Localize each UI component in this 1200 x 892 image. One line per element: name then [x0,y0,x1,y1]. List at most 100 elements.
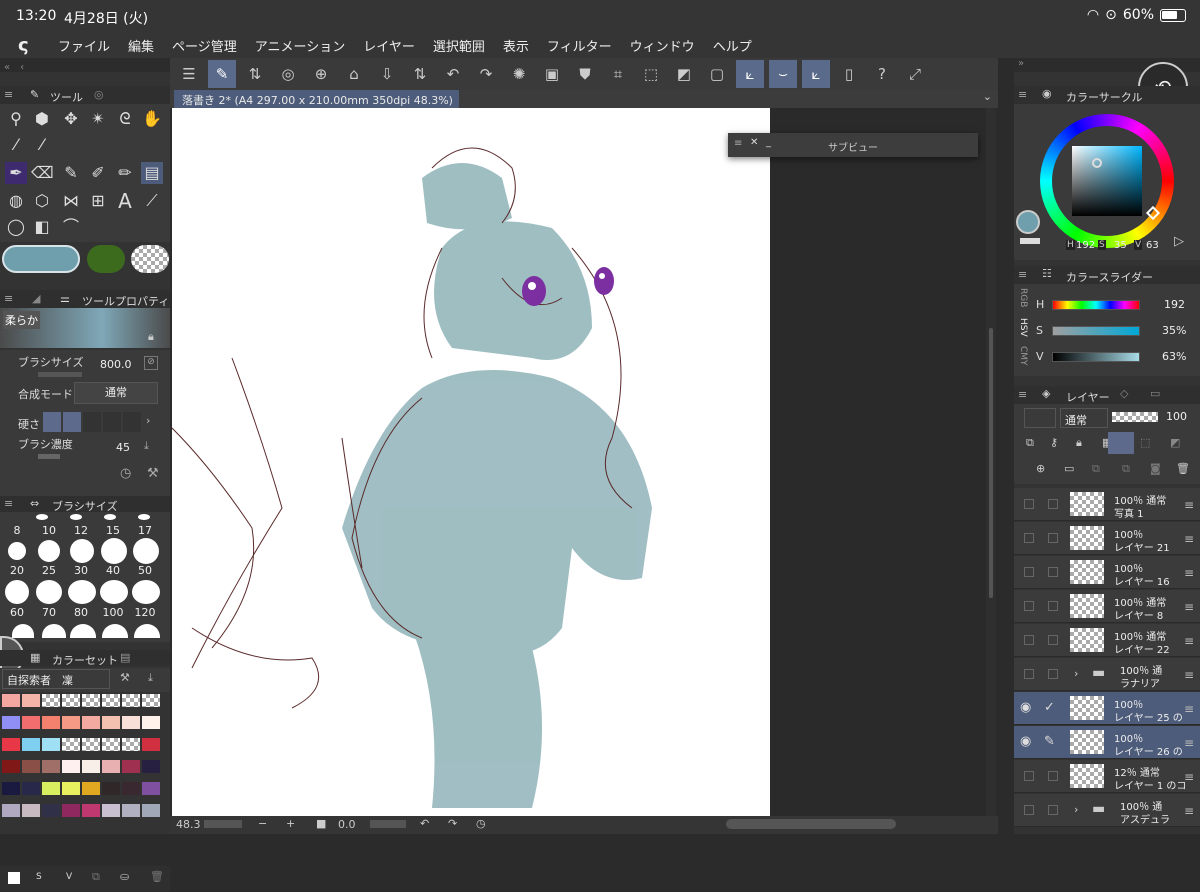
size-60[interactable]: 60 [2,606,32,619]
pen-tool-icon[interactable]: ✒ [5,162,27,184]
reference-icon[interactable]: ⚷ [1050,436,1058,449]
palette-swatch[interactable] [22,716,40,729]
copy-layer-icon[interactable]: ⧉ [1122,462,1130,476]
mode-hsv[interactable]: HSV [1018,318,1028,337]
size-40[interactable]: 40 [98,564,128,577]
magic-wand-icon[interactable]: ✴ [87,108,109,130]
layer-row[interactable]: ◉ ✎ 100％ レイヤー 26 の ≡ [1014,726,1200,759]
main-color-swatch[interactable] [2,245,80,273]
palette-swatch[interactable] [102,782,120,795]
balloon-icon[interactable]: ⟋ [141,190,163,212]
size-20[interactable]: 20 [2,564,32,577]
palette-swatch[interactable] [142,716,160,729]
palette-swatch[interactable] [82,782,100,795]
palette-swatch[interactable] [22,782,40,795]
size-10[interactable]: 10 [34,524,64,537]
lock-icon[interactable]: 🔒︎ [1076,436,1082,450]
wrench-icon[interactable]: ⚒ [120,671,130,684]
panel-menu-icon[interactable]: ≡ [4,88,13,101]
hardness-2[interactable] [63,412,81,432]
scroll-thumb[interactable] [989,328,993,598]
clear-icon[interactable]: ▣ [538,60,566,88]
layer-row[interactable]: 100％ 通常 写真 1 ≡ [1014,488,1200,521]
panel-menu-icon[interactable]: ≡ [1018,268,1027,281]
palette-swatch[interactable] [42,738,60,751]
panel-menu-icon[interactable]: ≡ [4,497,13,510]
palette-swatch[interactable] [22,738,40,751]
fit-icon[interactable]: ■ [316,817,326,830]
visibility-checkbox[interactable] [1024,567,1034,577]
select-checkbox[interactable] [1048,499,1058,509]
horizontal-scrollbar[interactable] [726,819,896,829]
size-70[interactable]: 70 [34,606,64,619]
layer-row[interactable]: 100％ レイヤー 21 ≡ [1014,522,1200,555]
transform-icon[interactable]: ⌗ [604,60,632,88]
invert-icon[interactable]: ◩ [670,60,698,88]
select-border-icon[interactable]: ▢ [703,60,731,88]
hand-icon[interactable]: ✋ [141,108,163,130]
menu-animation[interactable]: アニメーション [255,36,345,55]
menu-window[interactable]: ウィンドウ [630,36,695,55]
layer-row[interactable]: 100％ 通常 レイヤー 22 ≡ [1014,624,1200,657]
eyedropper-icon[interactable]: ⁄ [5,134,27,156]
blend-icon[interactable]: ◍ [5,190,27,212]
new-layer-icon[interactable]: ⊕ [1036,462,1045,475]
layer-tab[interactable]: レイヤー [1066,389,1110,405]
open-folder-icon[interactable]: ⌂ [340,60,368,88]
canvas-paper[interactable] [171,108,770,816]
brush-size-slider[interactable] [38,372,82,377]
palette-swatch[interactable] [82,716,100,729]
eye-icon[interactable]: ◉ [1020,734,1031,749]
palette-swatch[interactable] [82,738,100,751]
palette-swatch[interactable] [142,738,160,751]
palette-swatch[interactable] [102,716,120,729]
size-12[interactable]: 12 [66,524,96,537]
layer-row[interactable]: ◉ ✓ 100％ レイヤー 25 の ≡ [1014,692,1200,725]
transparent-color-swatch[interactable] [131,245,169,273]
v-icon[interactable]: V [66,872,72,882]
pencil-icon[interactable]: ✎ [60,162,82,184]
marker-icon[interactable]: ✏ [114,162,136,184]
palette-swatch[interactable] [142,760,160,773]
layer-menu-icon[interactable]: ≡ [1184,634,1194,648]
palette-swatch[interactable] [62,694,80,707]
sv-square[interactable] [1072,146,1142,216]
palette-swatch[interactable] [122,738,140,751]
deselect-icon[interactable]: ⬚ [637,60,665,88]
layer-color-toggle[interactable] [1024,408,1056,428]
slider-s-value[interactable]: 35% [1162,324,1186,337]
menu-view[interactable]: 表示 [503,36,529,55]
brush-icon[interactable]: ✐ [87,162,109,184]
visibility-checkbox[interactable] [1024,771,1034,781]
folder-expand-icon[interactable]: › [1074,803,1078,816]
angle-value[interactable]: 0.0 [338,818,356,831]
layer-property-tab-icon[interactable]: ◇ [1120,387,1128,400]
palette-swatch[interactable] [2,738,20,751]
select-checkbox[interactable] [1048,601,1058,611]
frame-icon[interactable]: ⊞ [87,190,109,212]
size-50[interactable]: 50 [130,564,160,577]
palette-swatch[interactable] [102,804,120,817]
palette-swatch[interactable] [142,694,160,707]
undo-icon[interactable]: ↶ [439,60,467,88]
visibility-checkbox[interactable] [1024,601,1034,611]
zoom-out-icon[interactable]: − [258,817,267,830]
visibility-checkbox[interactable] [1024,635,1034,645]
visibility-checkbox[interactable] [1024,533,1034,543]
panel-menu-icon[interactable]: ≡ [1018,88,1027,101]
fullscreen-icon[interactable]: ⤢ [901,60,929,88]
palette-swatch[interactable] [62,782,80,795]
menu-page[interactable]: ページ管理 [172,36,237,55]
palette-swatch[interactable] [42,804,60,817]
updown2-icon[interactable]: ⇅ [406,60,434,88]
size-15[interactable]: 15 [98,524,128,537]
new-folder-icon[interactable]: ▭ [1064,462,1074,475]
visibility-checkbox[interactable] [1024,669,1034,679]
ruler-link-icon[interactable]: ◩ [1170,436,1180,449]
prop-value-brush-size[interactable]: 800.0 [100,358,132,371]
close-icon[interactable]: ✕ [750,137,758,148]
redo-icon[interactable]: ↷ [472,60,500,88]
tool-tab[interactable]: ツール [50,89,83,105]
select-checkbox[interactable] [1048,567,1058,577]
subview-panel[interactable]: ≡ ✕ _ サブビュー [728,133,978,157]
